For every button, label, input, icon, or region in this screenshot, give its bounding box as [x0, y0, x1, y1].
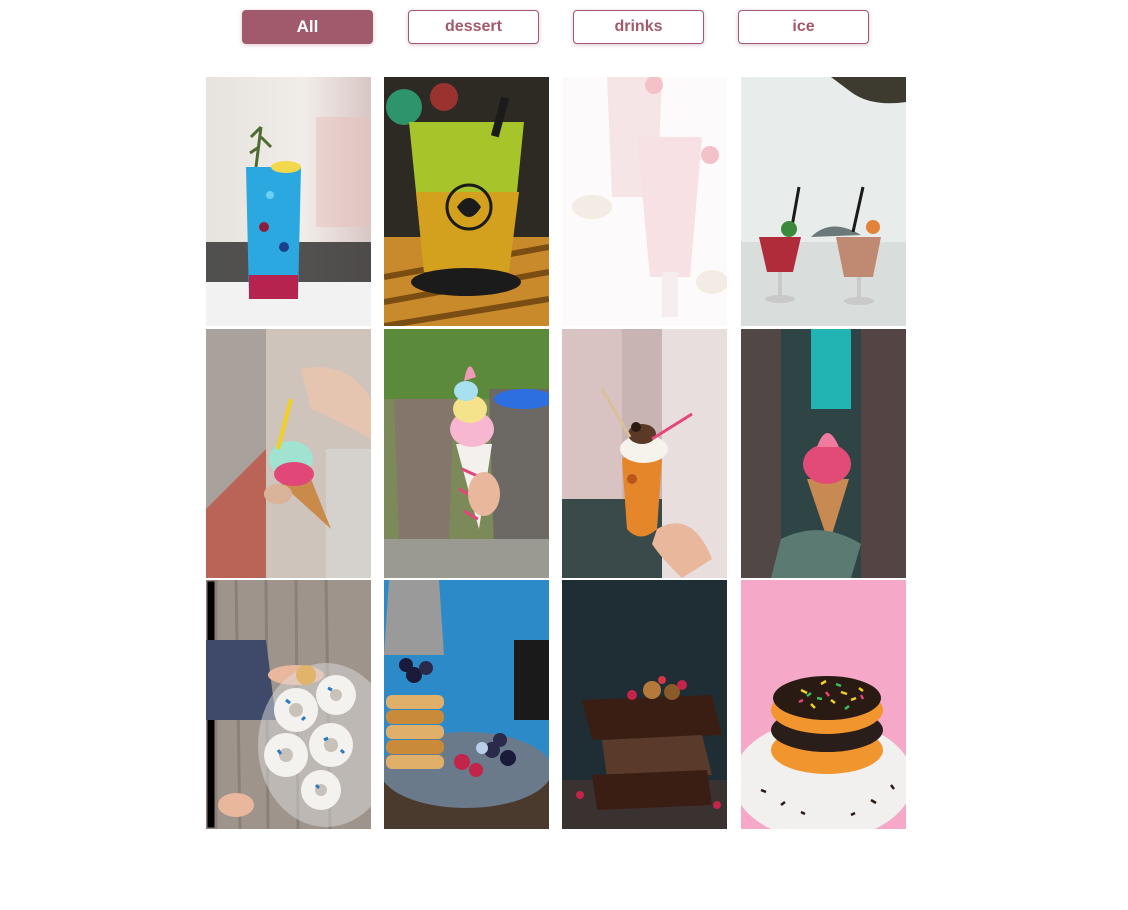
filter-all-button[interactable]: All	[242, 10, 373, 44]
sprinkle-donut-image	[741, 580, 906, 829]
beach-drinks-image	[741, 77, 906, 326]
green-iced-drink-image	[384, 77, 549, 326]
photo-chocolate-brownies[interactable]	[562, 580, 727, 829]
donuts-and-child-image	[206, 580, 371, 829]
filter-dessert-button[interactable]: dessert	[408, 10, 539, 44]
photo-donuts-and-child[interactable]	[206, 580, 371, 829]
pink-milkshakes-image	[562, 77, 727, 326]
chocolate-brownies-image	[562, 580, 727, 829]
photo-green-iced-drink[interactable]	[384, 77, 549, 326]
photo-mint-ice-cream-cone[interactable]	[206, 329, 371, 578]
photo-taiyaki-ice-cream[interactable]	[562, 329, 727, 578]
photo-rainbow-soft-serve[interactable]	[384, 329, 549, 578]
photo-blue-cocktail[interactable]	[206, 77, 371, 326]
rainbow-soft-serve-image	[384, 329, 549, 578]
photo-beach-drinks[interactable]	[741, 77, 906, 326]
blueberry-pancakes-image	[384, 580, 549, 829]
photo-gallery	[206, 77, 906, 830]
taiyaki-ice-cream-image	[562, 329, 727, 578]
filter-ice-button[interactable]: ice	[738, 10, 869, 44]
photo-pink-soft-serve[interactable]	[741, 329, 906, 578]
photo-sprinkle-donut[interactable]	[741, 580, 906, 829]
mint-ice-cream-cone-image	[206, 329, 371, 578]
filter-bar: All dessert drinks ice	[242, 10, 870, 46]
photo-pink-milkshakes[interactable]	[562, 77, 727, 326]
photo-blueberry-pancakes[interactable]	[384, 580, 549, 829]
blue-cocktail-image	[206, 77, 371, 326]
pink-soft-serve-image	[741, 329, 906, 578]
filter-drinks-button[interactable]: drinks	[573, 10, 704, 44]
